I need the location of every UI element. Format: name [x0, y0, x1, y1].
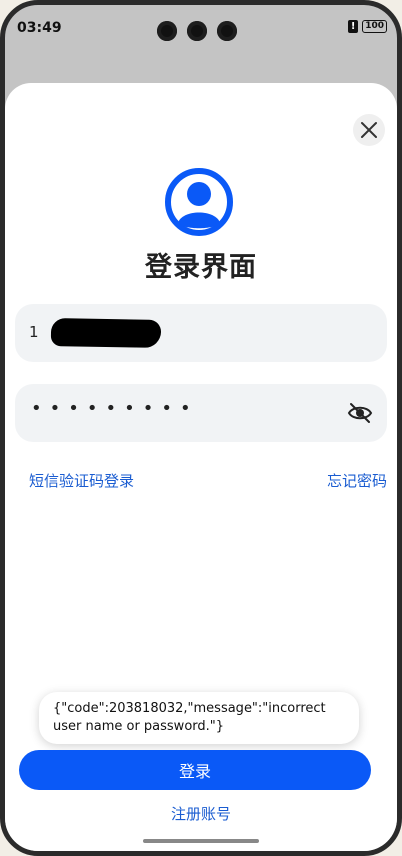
home-indicator[interactable] [143, 839, 259, 843]
error-toast: {"code":203818032,"message":"incorrect u… [39, 692, 359, 744]
register-link[interactable]: 注册账号 [5, 803, 397, 824]
username-input[interactable]: 1 [15, 304, 387, 362]
battery-icon: 100 [362, 20, 387, 33]
camera-dot [157, 21, 177, 41]
redaction-mark [50, 318, 162, 348]
close-icon [361, 122, 377, 138]
password-mask: ••••••••• [31, 398, 199, 419]
page-title: 登录界面 [145, 252, 257, 283]
password-input[interactable]: ••••••••• [15, 384, 387, 442]
status-icons: ! 100 [348, 20, 387, 33]
phone-frame: 03:49 ! 100 登录界面 1 ••••••••• 短信验证码登录 忘记密… [0, 0, 402, 856]
eye-off-icon[interactable] [347, 400, 373, 426]
status-bar: 03:49 ! 100 [5, 5, 397, 49]
login-button[interactable]: 登录 [19, 750, 371, 790]
login-sheet: 登录界面 1 ••••••••• 短信验证码登录 忘记密码 {"code":20… [5, 83, 397, 851]
close-button[interactable] [353, 114, 385, 146]
camera-dot [187, 21, 207, 41]
user-avatar-icon [165, 168, 233, 236]
username-value: 1 [29, 323, 39, 341]
camera-dot [217, 21, 237, 41]
status-time: 03:49 [17, 20, 62, 36]
sms-login-link[interactable]: 短信验证码登录 [29, 470, 134, 491]
forgot-password-link[interactable]: 忘记密码 [327, 470, 387, 491]
alert-icon: ! [348, 20, 359, 33]
